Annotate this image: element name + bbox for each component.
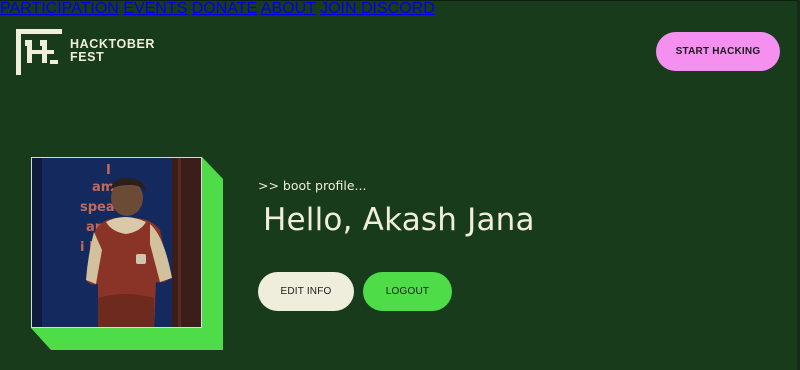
hacktoberfest-logo-icon	[14, 27, 62, 75]
nav-donate[interactable]: DONATE	[192, 0, 257, 17]
nav-about[interactable]: ABOUT	[261, 0, 316, 17]
nav-participation[interactable]: PARTICIPATION	[0, 0, 119, 17]
boot-profile-text: >> boot profile...	[258, 178, 367, 193]
avatar-card: I am spea and i kn	[31, 157, 223, 350]
profile-greeting: Hello, Akash Jana	[263, 202, 535, 238]
logo-wordmark: HACKTOBER FEST	[70, 38, 155, 64]
wall-text-1: I	[106, 163, 111, 178]
start-hacking-button[interactable]: START HACKING	[656, 32, 780, 71]
main-nav: PARTICIPATION EVENTS DONATE ABOUT JOIN D…	[0, 0, 800, 18]
nav-events[interactable]: EVENTS	[123, 0, 187, 17]
logout-button[interactable]: LOGOUT	[363, 272, 452, 311]
logo-line-2: FEST	[70, 50, 105, 64]
avatar: I am spea and i kn	[31, 157, 202, 328]
wall-text-3: spea	[80, 200, 115, 215]
nav-join-discord[interactable]: JOIN DISCORD	[320, 0, 435, 17]
site-logo[interactable]: HACKTOBER FEST	[14, 27, 155, 75]
window-top-border	[0, 0, 800, 1]
edit-info-button[interactable]: EDIT INFO	[258, 272, 354, 311]
profile-photo: I am spea and i kn	[32, 158, 201, 327]
